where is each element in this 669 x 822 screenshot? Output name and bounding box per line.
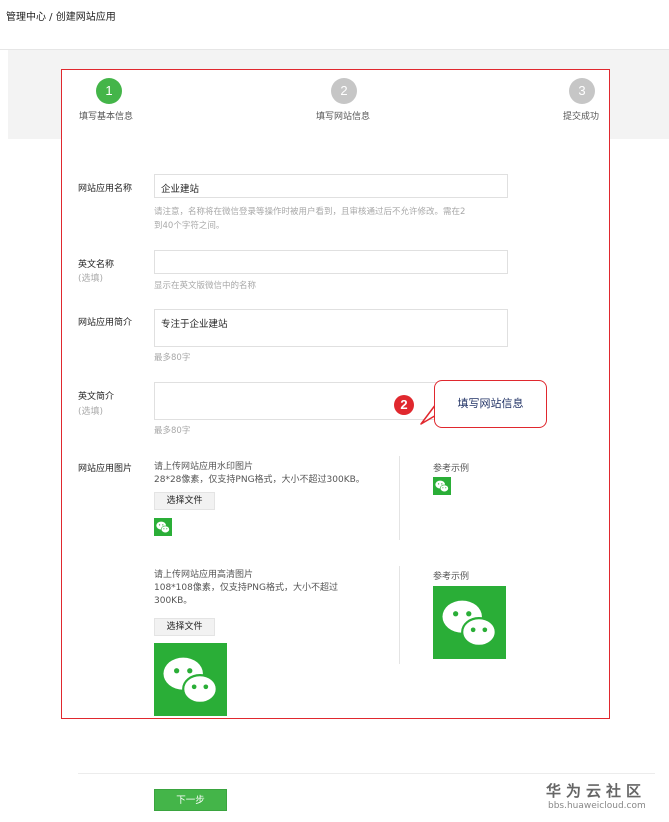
small-image-choose-file-button[interactable]: 选择文件 (154, 492, 215, 510)
step-1-circle: 1 (96, 78, 122, 104)
small-image-divider (399, 456, 400, 540)
step-3-label: 提交成功 (563, 112, 600, 122)
annotation-callout: 填写网站信息 (434, 380, 547, 428)
english-intro-optional: (选填) (78, 407, 104, 417)
app-image-label: 网站应用图片 (78, 464, 133, 474)
footer-divider (78, 773, 655, 774)
step-3-circle: 3 (569, 78, 595, 104)
next-step-button[interactable]: 下一步 (154, 789, 227, 811)
app-intro-textarea[interactable]: 专注于企业建站 (154, 309, 508, 347)
large-example-image (433, 586, 506, 659)
english-intro-hint: 最多80字 (154, 426, 191, 436)
english-name-label: 英文名称 (78, 260, 115, 270)
small-example-image (433, 477, 451, 495)
small-image-preview (154, 518, 172, 536)
app-intro-label: 网站应用简介 (78, 318, 133, 328)
step-2-circle: 2 (331, 78, 357, 104)
annotation-badge: 2 (394, 395, 414, 415)
app-intro-hint: 最多80字 (154, 353, 191, 363)
english-name-optional: (选填) (78, 274, 104, 284)
english-intro-label: 英文简介 (78, 392, 115, 402)
step-2-label: 填写网站信息 (316, 112, 371, 122)
small-example-label: 参考示例 (433, 464, 470, 474)
large-image-preview (154, 643, 227, 716)
english-name-hint: 显示在英文版微信中的名称 (154, 281, 257, 291)
large-image-choose-file-button[interactable]: 选择文件 (154, 618, 215, 636)
large-image-divider (399, 566, 400, 664)
large-example-label: 参考示例 (433, 572, 470, 582)
wechat-logo-icon (163, 657, 218, 704)
english-name-input[interactable] (154, 250, 508, 274)
step-1-label: 填写基本信息 (79, 112, 134, 122)
app-name-hint: 请注意，名称将在微信登录等操作时被用户看到，且审核通过后不允许修改。需在2 到4… (154, 207, 466, 231)
app-name-input[interactable]: 企业建站 (154, 174, 508, 198)
wechat-logo-icon (435, 480, 449, 493)
large-image-upload-text: 请上传网站应用高清图片 108*108像素，仅支持PNG格式，大小不超过 300… (154, 570, 338, 606)
wechat-logo-icon (156, 521, 170, 534)
watermark-title: 华为云社区 (546, 782, 647, 800)
app-name-label: 网站应用名称 (78, 184, 133, 194)
wechat-logo-icon (442, 600, 497, 647)
breadcrumb: 管理中心 / 创建网站应用 (6, 12, 116, 23)
watermark-url: bbs.huaweicloud.com (548, 801, 646, 811)
small-image-upload-text: 请上传网站应用水印图片 28*28像素，仅支持PNG格式，大小不超过300KB。 (154, 462, 365, 485)
